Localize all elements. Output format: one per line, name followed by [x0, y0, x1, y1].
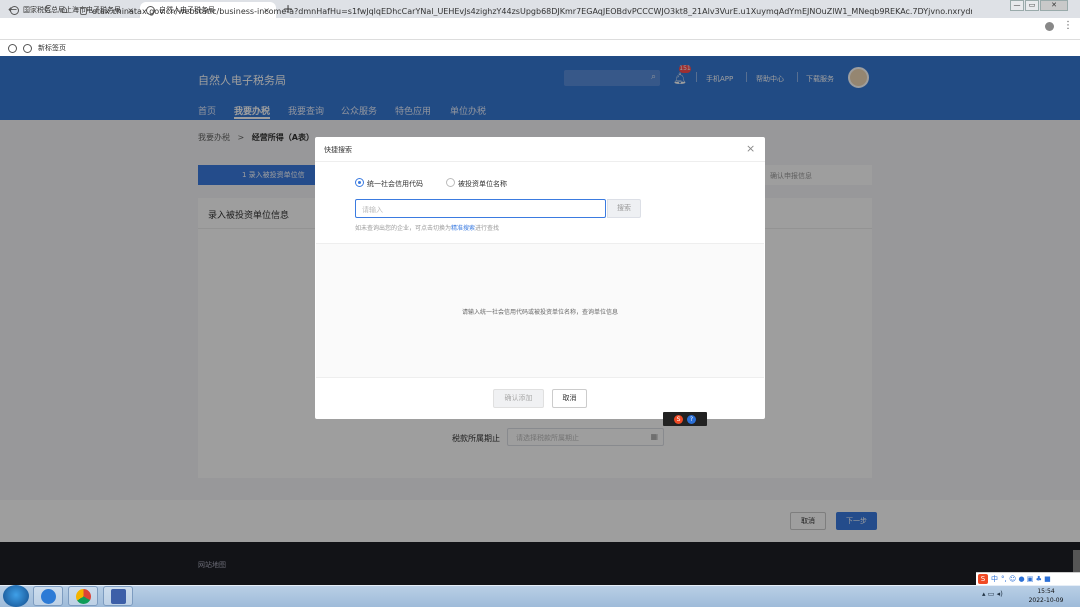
menu-icon[interactable]: ⋮: [1063, 20, 1073, 31]
sogou-icon: S: [978, 574, 988, 584]
hint-text: 进行查找: [475, 225, 500, 232]
radio-unit-name[interactable]: [446, 178, 455, 187]
precise-search-link[interactable]: 精准搜索: [451, 225, 475, 232]
search-input[interactable]: 请输入: [355, 199, 606, 218]
back-icon[interactable]: ←: [8, 3, 17, 16]
dialog-cancel-button[interactable]: 取消: [552, 389, 587, 408]
ime-mode: 中: [991, 575, 998, 583]
close-icon[interactable]: ×: [746, 142, 755, 155]
taskbar-app-browser[interactable]: [33, 586, 63, 606]
clock-date: 2022-10-09: [1028, 597, 1064, 604]
dialog-title: 快捷搜索: [324, 146, 352, 154]
search-hint: 如未查询出您的企业，可点击切换为精准搜索进行查找: [355, 223, 499, 232]
help-icon: ?: [687, 415, 696, 424]
profile-icon[interactable]: [1045, 22, 1054, 31]
bookmarks-bar: 新标签页: [0, 40, 1080, 56]
divider: [315, 161, 765, 162]
url-text: etax.chinatax.gov.cn/webstatic/business-…: [92, 6, 972, 16]
empty-message: 请输入统一社会信用代码或被投资单位名称，查询单位信息: [461, 309, 618, 316]
globe-icon: [23, 43, 32, 53]
lock-icon: [80, 7, 87, 15]
search-button[interactable]: 搜索: [607, 199, 641, 218]
close-window-button[interactable]: ✕: [1040, 0, 1068, 11]
radio-credit-code[interactable]: [355, 178, 364, 187]
globe-icon: [8, 43, 17, 53]
taskbar-app-chrome[interactable]: [68, 586, 98, 606]
ime-tray[interactable]: S 中 °, ☺ ● ▣ ♣ ■: [976, 572, 1080, 585]
sogou-icon: S: [674, 415, 683, 424]
clock-time: 15:54: [1037, 588, 1055, 595]
minimize-button[interactable]: —: [1010, 0, 1024, 11]
document-icon: [111, 589, 126, 604]
tray-icons[interactable]: ▴ ▭ ◂): [982, 590, 1003, 598]
ime-icons: °, ☺ ● ▣ ♣ ■: [1001, 575, 1051, 583]
maximize-button[interactable]: ▭: [1025, 0, 1039, 11]
home-icon[interactable]: ⌂: [61, 3, 68, 16]
radio-unit-name-label[interactable]: 被投资单位名称: [458, 179, 507, 189]
clock[interactable]: 15:54 2022-10-09: [1022, 587, 1070, 605]
confirm-add-button[interactable]: 确认添加: [493, 389, 544, 408]
ime-floating-toolbar[interactable]: S ?: [663, 412, 707, 426]
address-bar-row: [0, 18, 1080, 40]
radio-credit-code-label[interactable]: 统一社会信用代码: [367, 179, 423, 189]
reload-icon[interactable]: C: [44, 3, 52, 16]
url-field[interactable]: etax.chinatax.gov.cn/webstatic/business-…: [80, 3, 980, 19]
chrome-icon: [76, 589, 91, 604]
bookmark-new-tab[interactable]: 新标签页: [38, 43, 66, 53]
taskbar: [0, 585, 1080, 607]
taskbar-app-docs[interactable]: [103, 586, 133, 606]
hint-text: 如未查询出您的企业，可点击切换为: [355, 225, 452, 232]
forward-icon[interactable]: →: [25, 3, 34, 16]
start-button[interactable]: [3, 585, 29, 607]
browser-icon: [41, 589, 56, 604]
